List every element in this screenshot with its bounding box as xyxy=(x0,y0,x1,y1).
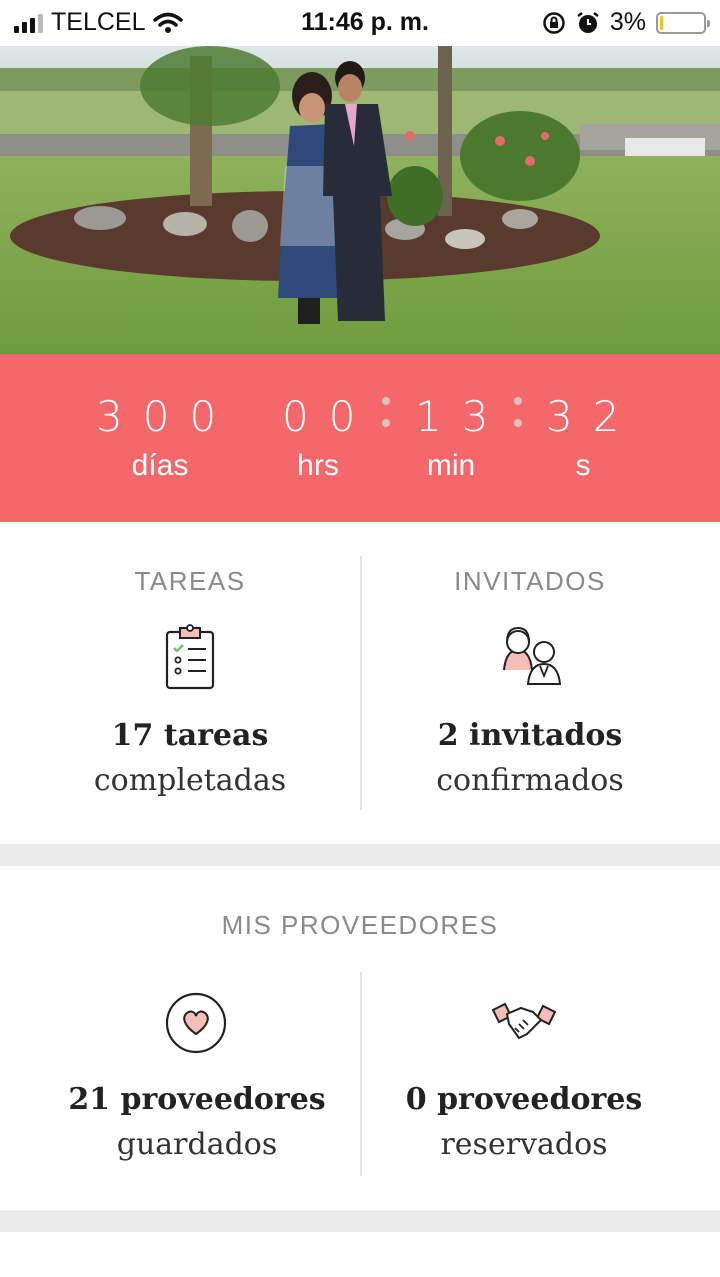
tasks-sub: completadas xyxy=(93,763,287,798)
status-bar: TELCEL 11:46 p. m. 3% xyxy=(0,0,720,46)
heart-circle-icon[interactable] xyxy=(165,992,227,1054)
countdown-hours: 00 xyxy=(282,392,376,441)
saved-providers-sub: guardados xyxy=(116,1127,278,1162)
battery-percent: 3% xyxy=(609,8,646,36)
battery-icon xyxy=(656,11,710,34)
guests-count: 2 invitados xyxy=(437,718,623,753)
tasks-column[interactable]: TAREAS xyxy=(10,566,370,597)
booked-providers-sub: reservados xyxy=(440,1127,608,1162)
alarm-icon xyxy=(577,11,599,33)
providers-title: MIS PROVEEDORES xyxy=(221,910,499,940)
countdown-separator xyxy=(514,397,522,427)
summary-card: TAREAS 17 tareas completadas INVITADOS 2… xyxy=(0,522,720,844)
saved-providers-count: 21 proveedores xyxy=(68,1082,326,1117)
countdown-separator xyxy=(382,397,390,427)
countdown-days-label: días xyxy=(131,449,189,482)
guests-title: INVITADOS xyxy=(454,566,606,596)
couple-photo-image xyxy=(0,46,720,354)
providers-card: MIS PROVEEDORES 21 proveedores guardados… xyxy=(0,866,720,1210)
rotation-lock-icon xyxy=(543,11,565,34)
clipboard-checklist-icon xyxy=(165,624,215,690)
booked-providers-count: 0 proveedores xyxy=(405,1082,643,1117)
countdown-hours-label: hrs xyxy=(297,449,339,482)
next-card xyxy=(0,1232,720,1277)
countdown-seconds: 32 xyxy=(546,392,640,441)
guests-stats: 2 invitados confirmados xyxy=(350,718,710,798)
countdown-days: 300 xyxy=(96,392,237,441)
saved-providers[interactable]: 21 proveedores guardados xyxy=(17,1082,377,1162)
guests-column[interactable]: INVITADOS xyxy=(350,566,710,597)
handshake-icon[interactable] xyxy=(491,1000,557,1048)
countdown-banner: 300 00 13 32 días hrs min s xyxy=(0,354,720,522)
countdown-minutes-label: min xyxy=(426,449,476,482)
guests-sub: confirmados xyxy=(436,763,624,798)
countdown-seconds-label: s xyxy=(575,449,591,482)
booked-providers[interactable]: 0 proveedores reservados xyxy=(344,1082,704,1162)
couple-icon xyxy=(503,626,562,685)
tasks-stats: 17 tareas completadas xyxy=(10,718,370,798)
couple-photo[interactable] xyxy=(0,46,720,354)
status-right: 3% xyxy=(542,8,710,37)
countdown-minutes: 13 xyxy=(415,392,509,441)
tasks-title: TAREAS xyxy=(134,566,246,596)
tasks-count: 17 tareas xyxy=(111,718,269,753)
